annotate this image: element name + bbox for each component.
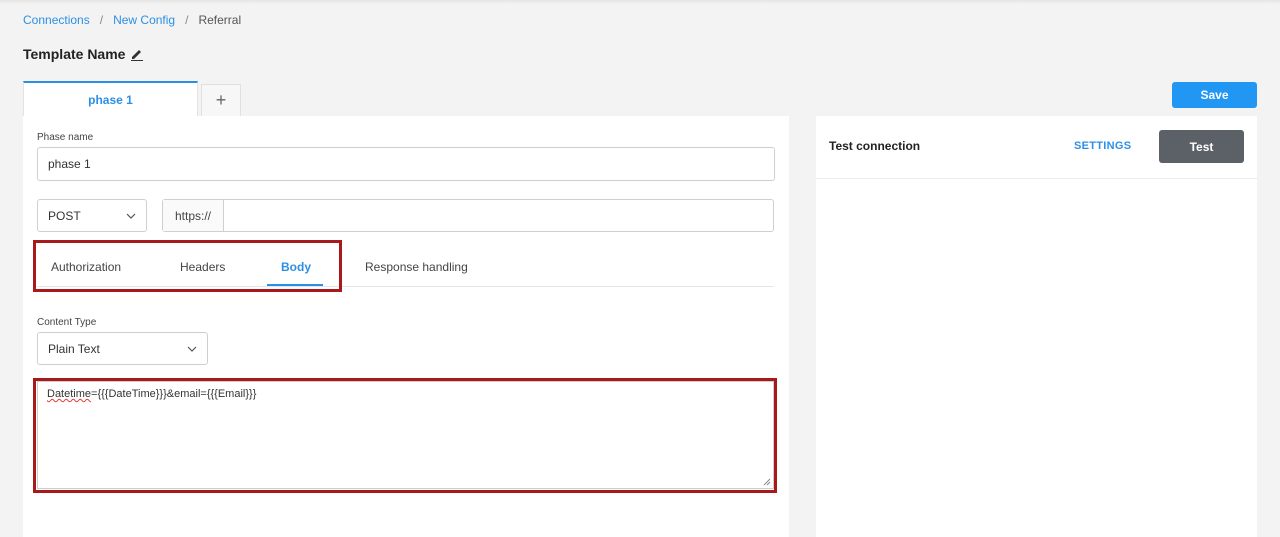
body-highlight-box (33, 378, 777, 493)
tabs-highlight-box (33, 240, 342, 292)
content-type-value: Plain Text (48, 341, 100, 356)
tab-response-handling[interactable]: Response handling (365, 260, 468, 274)
settings-link[interactable]: SETTINGS (1074, 140, 1131, 152)
chevron-down-icon (187, 346, 197, 352)
test-button[interactable]: Test (1159, 130, 1244, 163)
breadcrumb-separator: / (99, 13, 104, 27)
page-title: Template Name (23, 46, 144, 62)
content-type-label: Content Type (37, 317, 97, 328)
url-input[interactable] (224, 200, 773, 231)
chevron-down-icon (126, 213, 136, 219)
url-prefix: https:// (163, 200, 224, 231)
template-name-label: Template Name (23, 46, 126, 62)
url-field-group: https:// (162, 199, 774, 232)
top-shadow (0, 0, 1280, 4)
breadcrumb-referral: Referral (198, 13, 242, 27)
phase-name-label: Phase name (37, 132, 94, 143)
breadcrumb-separator: / (185, 13, 189, 27)
pencil-icon[interactable] (130, 47, 144, 61)
content-type-select[interactable]: Plain Text (37, 332, 208, 365)
phase-name-input[interactable]: phase 1 (37, 147, 775, 181)
test-connection-panel (816, 116, 1257, 537)
tab-phase-1[interactable]: phase 1 (23, 81, 198, 116)
test-connection-title: Test connection (829, 139, 921, 153)
save-button[interactable]: Save (1172, 82, 1257, 108)
method-select[interactable]: POST (37, 199, 147, 232)
method-select-value: POST (48, 208, 81, 223)
add-phase-button[interactable]: + (201, 84, 241, 116)
test-panel-divider (816, 178, 1257, 179)
breadcrumb-new-config[interactable]: New Config (113, 13, 175, 27)
breadcrumb: Connections / New Config / Referral (23, 13, 241, 27)
breadcrumb-connections[interactable]: Connections (23, 13, 90, 27)
